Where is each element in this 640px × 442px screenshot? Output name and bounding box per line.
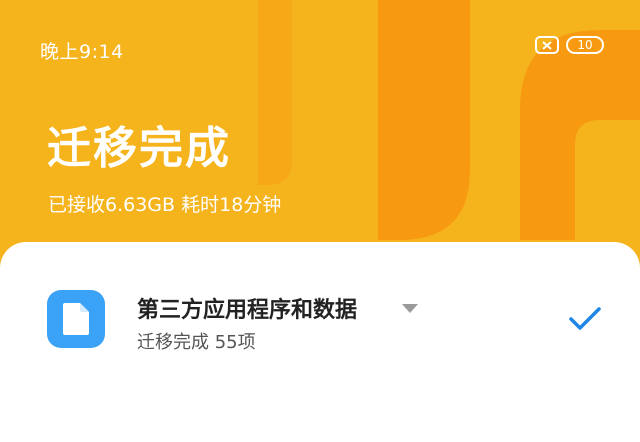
checkmark-icon [569, 307, 601, 330]
page-title: 迁移完成 [47, 123, 231, 174]
close-box-icon [535, 36, 559, 54]
status-bar: 晚上9:14 10 [0, 0, 640, 80]
item-title: 第三方应用程序和数据 [137, 298, 358, 323]
transfer-summary: 已接收6.63GB 耗时18分钟 [48, 194, 282, 216]
item-status: 迁移完成 55项 [137, 332, 256, 353]
document-icon [47, 290, 105, 348]
result-card: 第三方应用程序和数据 迁移完成 55项 [0, 242, 640, 442]
status-time: 晚上9:14 [40, 41, 124, 63]
chevron-down-icon[interactable] [402, 304, 418, 313]
battery-indicator: 10 [566, 36, 604, 54]
